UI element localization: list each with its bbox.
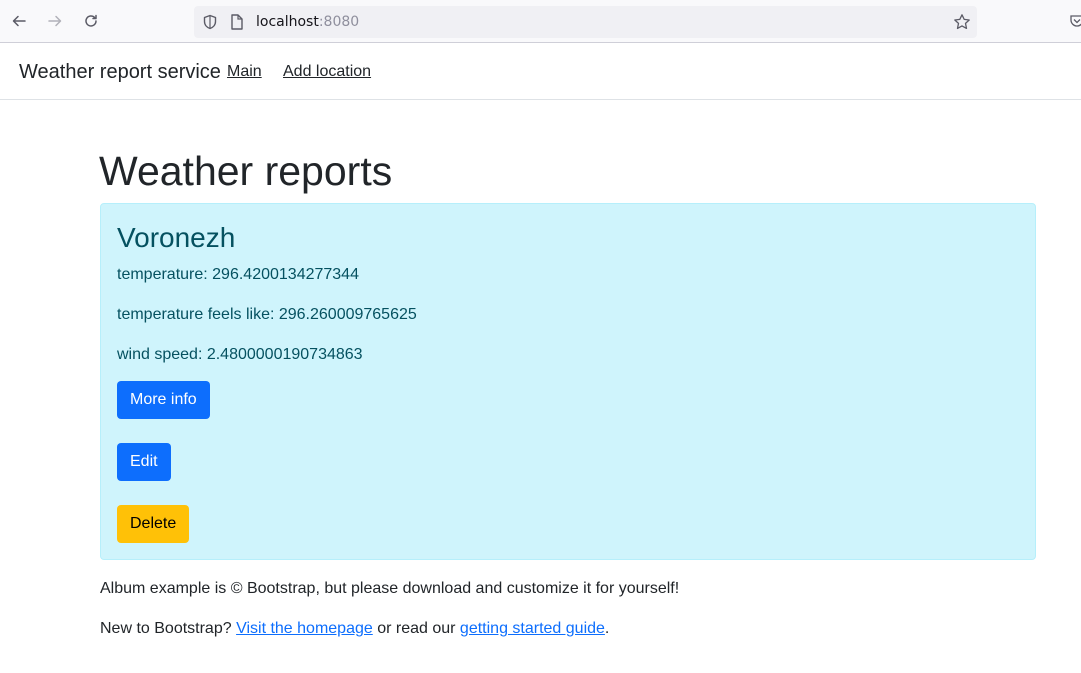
pocket-icon[interactable]: [1070, 14, 1081, 28]
footer-copyright: Album example is © Bootstrap, but please…: [100, 580, 680, 597]
arrow-left-icon: [12, 15, 26, 27]
footer-prefix: New to Bootstrap?: [100, 620, 237, 637]
url-host: localhost: [256, 14, 319, 30]
reload-icon: [85, 14, 97, 27]
app-navbar: Weather report service Main Add location: [0, 44, 1081, 100]
report-city: Voronezh: [117, 222, 236, 253]
report-wind-speed: wind speed: 2.4800000190734863: [117, 346, 363, 363]
nav-link-main[interactable]: Main: [227, 63, 262, 81]
bookmark-star-icon[interactable]: [953, 13, 971, 31]
back-button[interactable]: [6, 8, 32, 34]
report-feels-like: temperature feels like: 296.260009765625: [117, 306, 417, 323]
more-info-button[interactable]: More info: [117, 381, 210, 419]
footer-suffix: .: [604, 620, 610, 637]
delete-button[interactable]: Delete: [117, 505, 190, 543]
page-title: Weather reports: [99, 148, 393, 194]
report-temperature: temperature: 296.4200134277344: [117, 266, 359, 283]
shield-icon[interactable]: [202, 14, 218, 30]
browser-toolbar: localhost:8080: [0, 0, 1081, 43]
getting-started-link[interactable]: getting started guide: [460, 620, 605, 637]
page-icon[interactable]: [230, 14, 244, 30]
weather-report-card: Voronezh temperature: 296.4200134277344 …: [100, 203, 1036, 560]
navbar-brand[interactable]: Weather report service: [19, 61, 221, 84]
footer-links: New to Bootstrap? Visit the homepage or …: [100, 620, 609, 638]
url-text[interactable]: localhost:8080: [256, 14, 359, 30]
footer-middle: or read our: [372, 620, 460, 637]
forward-button[interactable]: [42, 8, 68, 34]
edit-button[interactable]: Edit: [117, 443, 171, 481]
homepage-link[interactable]: Visit the homepage: [236, 620, 373, 637]
address-bar[interactable]: localhost:8080: [194, 6, 977, 38]
url-port: :8080: [318, 14, 360, 30]
nav-link-add-location[interactable]: Add location: [283, 63, 371, 81]
arrow-right-icon: [48, 15, 62, 27]
reload-button[interactable]: [78, 8, 104, 34]
